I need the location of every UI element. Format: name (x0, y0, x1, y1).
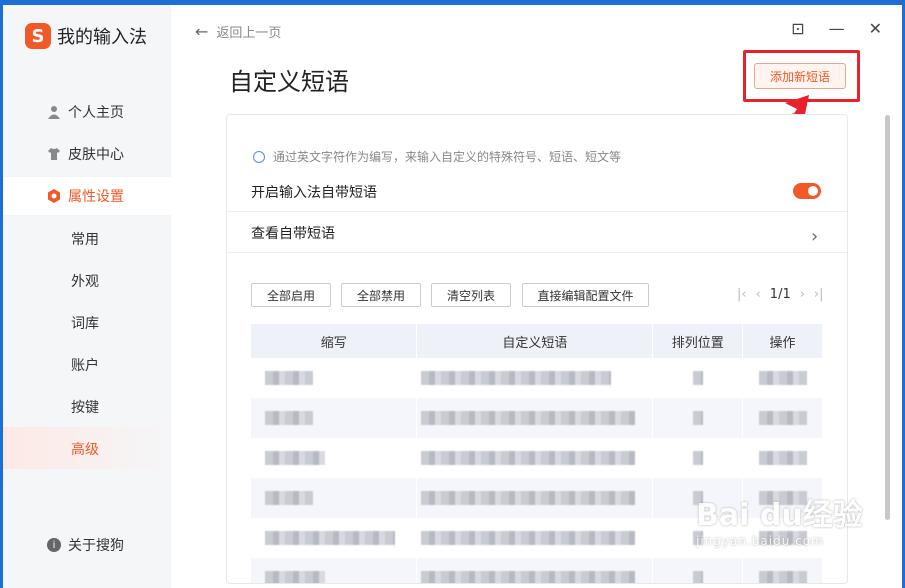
about-label: 关于搜狗 (68, 538, 124, 554)
sidebar-item-settings[interactable]: 属性设置 (3, 177, 171, 215)
sidebar-subitem-dictionary[interactable]: 词库 (71, 313, 99, 333)
user-icon (48, 106, 60, 119)
blurred-cell (692, 451, 703, 465)
blurred-cell (265, 411, 313, 425)
table-row[interactable] (251, 398, 823, 438)
blurred-cell (265, 371, 313, 385)
enable-builtin-label: 开启输入法自带短语 (251, 185, 377, 201)
tip-text-row: 通过英文字符作为编写，来输入自定义的特殊符号、短语、短文等 (253, 148, 621, 165)
scrollbar[interactable] (885, 115, 890, 520)
pagination: |‹ ‹ 1/1 › ›| (737, 287, 833, 302)
settings-window: S 我的输入法 个人主页 皮肤中心 属性设置 常用 外观 词库 账户 按键 高级… (3, 5, 902, 588)
divider (227, 211, 847, 212)
tshirt-icon (48, 148, 60, 160)
blurred-cell (421, 411, 636, 425)
edit-config-button[interactable]: 直接编辑配置文件 (522, 283, 649, 307)
blurred-cell (421, 531, 636, 545)
last-page-icon[interactable]: ›| (814, 287, 824, 302)
minimize-button[interactable]: — (829, 19, 845, 38)
blurred-cell (421, 371, 612, 385)
blurred-cell (421, 571, 636, 583)
column-header-phrase: 自定义短语 (416, 324, 654, 358)
clear-list-button[interactable]: 清空列表 (431, 283, 511, 307)
sidebar-item-skin[interactable]: 皮肤中心 (3, 135, 171, 173)
back-link[interactable]: ← 返回上一页 (195, 22, 281, 41)
blurred-cell (758, 571, 807, 583)
close-button[interactable]: ✕ (869, 19, 882, 38)
column-header-abbrev: 缩写 (251, 324, 418, 358)
sidebar-subitem-account[interactable]: 账户 (71, 355, 99, 375)
blurred-cell (265, 491, 313, 505)
column-header-position: 排列位置 (652, 324, 744, 358)
back-label: 返回上一页 (216, 26, 282, 41)
sidebar-item-label: 皮肤中心 (68, 147, 124, 163)
table-row[interactable] (251, 358, 823, 398)
page-title: 自定义短语 (229, 68, 349, 96)
view-builtin-row[interactable]: 查看自带短语 (251, 223, 335, 243)
next-page-icon[interactable]: › (800, 287, 805, 302)
blurred-cell (692, 371, 703, 385)
blurred-cell (421, 451, 636, 465)
blurred-cell (758, 451, 807, 465)
sidebar: S 我的输入法 个人主页 皮肤中心 属性设置 常用 外观 词库 账户 按键 高级… (3, 5, 171, 588)
sogou-logo-icon: S (25, 23, 51, 49)
window-controls: ⊡ — ✕ (767, 19, 882, 38)
divider (227, 252, 847, 253)
sidebar-subitem-advanced[interactable]: 高级 (71, 439, 99, 459)
about-link[interactable]: i 关于搜狗 (47, 535, 124, 555)
blurred-cell (421, 491, 636, 505)
prev-page-icon[interactable]: ‹ (756, 287, 761, 302)
app-title: 我的输入法 (57, 27, 147, 48)
enable-builtin-toggle[interactable] (793, 183, 821, 199)
info-icon: i (47, 538, 61, 552)
back-arrow-icon: ← (195, 22, 209, 41)
sidebar-item-label: 属性设置 (68, 189, 124, 205)
blurred-cell (265, 571, 325, 583)
blurred-cell (692, 411, 703, 425)
sidebar-subitem-common[interactable]: 常用 (71, 229, 99, 249)
feedback-icon[interactable]: ⊡ (791, 19, 804, 38)
sidebar-subitem-appearance[interactable]: 外观 (71, 271, 99, 291)
sidebar-subitem-keys[interactable]: 按键 (71, 397, 99, 417)
watermark-sub: jingyan.baidu.com (696, 534, 824, 548)
lightbulb-icon (253, 150, 265, 163)
enable-all-button[interactable]: 全部启用 (251, 283, 331, 307)
blurred-cell (758, 411, 807, 425)
table-row[interactable] (251, 438, 823, 478)
tip-text: 通过英文字符作为编写，来输入自定义的特殊符号、短语、短文等 (273, 150, 622, 164)
column-header-actions: 操作 (742, 324, 823, 358)
disable-all-button[interactable]: 全部禁用 (341, 283, 421, 307)
first-page-icon[interactable]: |‹ (737, 287, 747, 302)
chevron-right-icon[interactable]: › (811, 226, 818, 247)
blurred-cell (265, 531, 395, 545)
sidebar-item-label: 个人主页 (68, 105, 124, 121)
baidu-jingyan-watermark: Bai du经验 jingyan.baidu.com (696, 490, 863, 548)
annotation-highlight-box (743, 50, 860, 102)
sidebar-item-profile[interactable]: 个人主页 (3, 93, 171, 131)
blurred-cell (758, 371, 807, 385)
table-row[interactable] (251, 558, 823, 583)
blurred-cell (265, 451, 325, 465)
watermark-main: Bai du经验 (696, 498, 863, 533)
hexagon-gear-icon (48, 189, 60, 203)
page-indicator: 1/1 (769, 287, 791, 302)
app-logo: S 我的输入法 (25, 23, 147, 49)
blurred-cell (692, 571, 703, 583)
